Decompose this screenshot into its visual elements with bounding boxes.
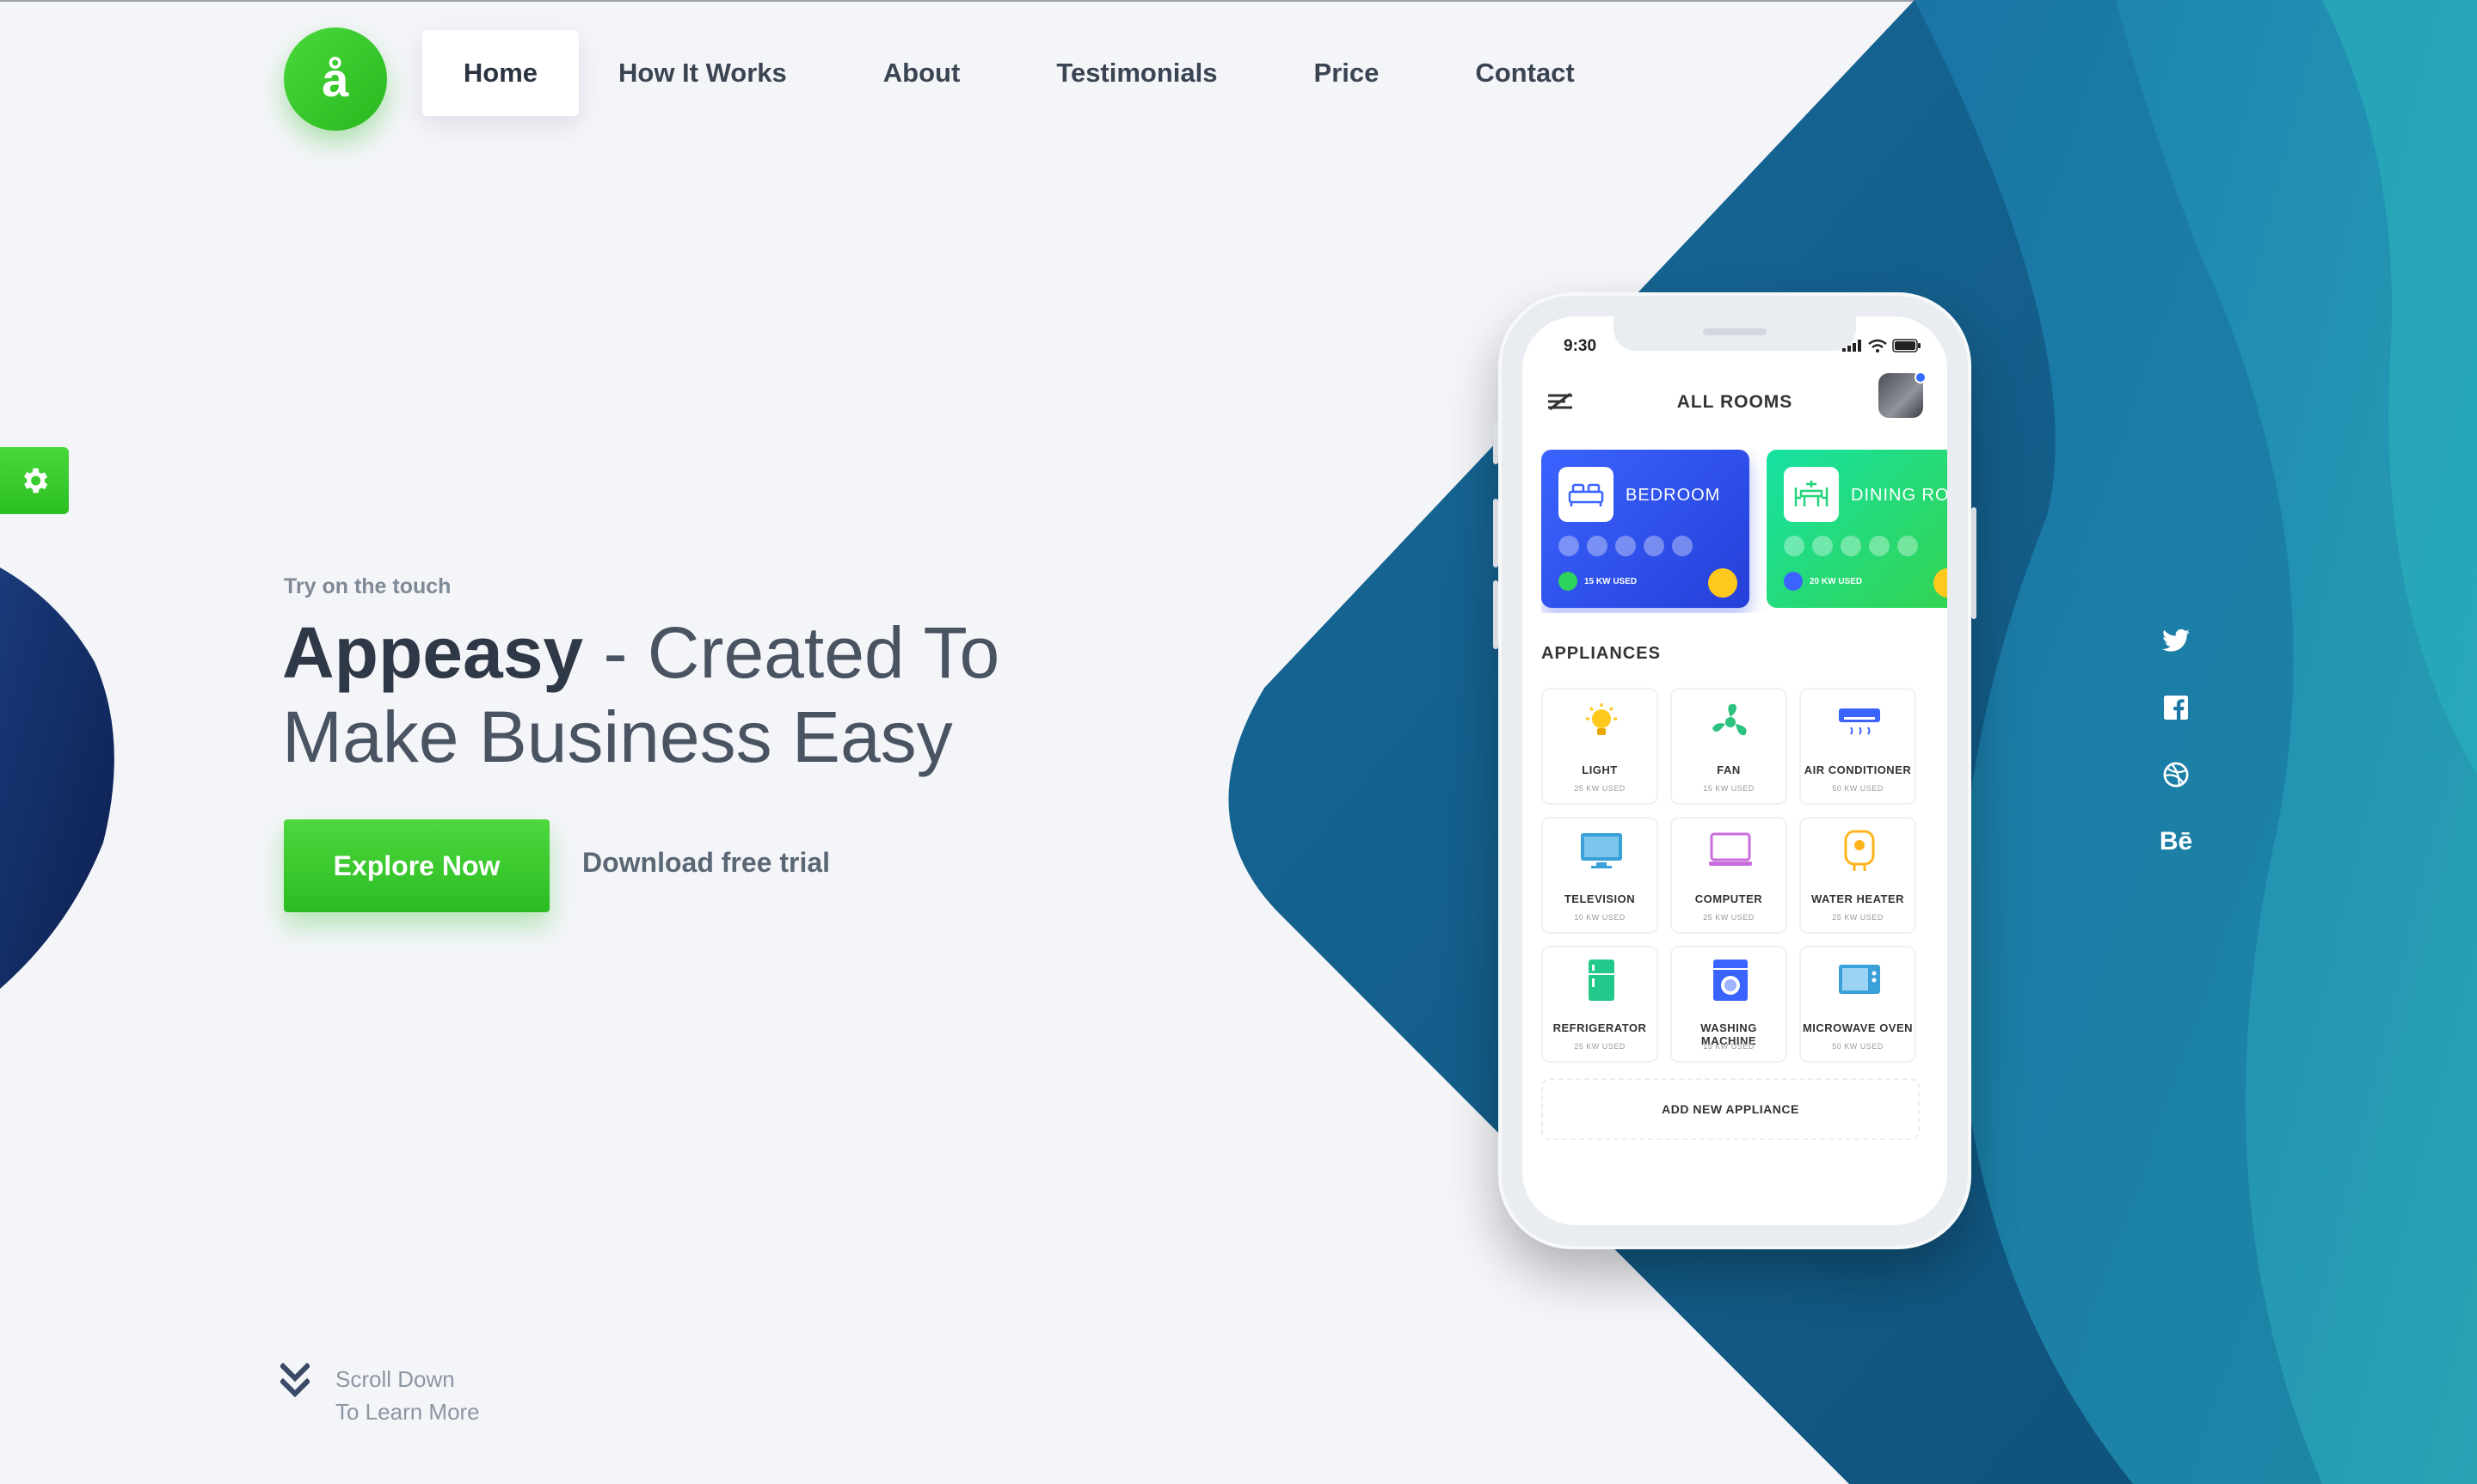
nav-price[interactable]: Price xyxy=(1314,30,1380,116)
status-icons xyxy=(1842,339,1921,353)
room-card-bedroom[interactable]: BEDROOM 15 KW USED xyxy=(1541,450,1749,608)
scroll-line-1: Scroll Down xyxy=(335,1366,455,1392)
hero-headline: Appeasy - Created To Make Business Easy xyxy=(282,610,1142,779)
appliance-name: LIGHT xyxy=(1582,763,1618,776)
social-links: Bē xyxy=(2159,623,2193,892)
room-usage: 20 KW USED xyxy=(1810,576,1863,586)
appliance-usage: 50 KW USED xyxy=(1832,1042,1884,1051)
scroll-down-hint[interactable]: Scroll Down To Learn More xyxy=(280,1363,480,1428)
appliances-heading: APPLIANCES xyxy=(1541,644,1661,663)
battery-icon xyxy=(1892,339,1921,353)
appliance-washing-machine[interactable]: WASHING MACHINE 15 KW USED xyxy=(1670,946,1787,1063)
appliance-usage: 25 KW USED xyxy=(1703,913,1755,922)
room-appliance-icons xyxy=(1784,536,1926,556)
room-appliance-icon xyxy=(1587,536,1607,556)
room-appliance-icon xyxy=(1784,536,1804,556)
computer-icon xyxy=(1708,829,1753,874)
phone-notch xyxy=(1613,316,1856,351)
appliance-name: REFRIGERATOR xyxy=(1552,1021,1647,1034)
room-appliance-icon xyxy=(1812,536,1833,556)
appliance-light[interactable]: LIGHT 25 KW USED xyxy=(1541,688,1658,805)
phone-mockup: 9:30 ALL ROOMS BEDROOM 15 KW USED DINING… xyxy=(1493,292,1976,1249)
appliance-name: TELEVISION xyxy=(1564,892,1636,905)
hero-eyebrow: Try on the touch xyxy=(284,574,452,598)
explore-now-button[interactable]: Explore Now xyxy=(284,819,550,912)
room-name: BEDROOM xyxy=(1626,486,1721,505)
scroll-line-2: To Learn More xyxy=(335,1399,480,1425)
appliance-name: FAN xyxy=(1717,763,1741,776)
phone-screen: 9:30 ALL ROOMS BEDROOM 15 KW USED DINING… xyxy=(1522,316,1947,1225)
power-icon[interactable] xyxy=(1708,568,1737,598)
hero-brand: Appeasy xyxy=(282,612,584,693)
room-appliance-icon xyxy=(1672,536,1693,556)
facebook-icon[interactable] xyxy=(2159,690,2193,725)
dribbble-icon[interactable] xyxy=(2159,757,2193,792)
energy-icon xyxy=(1558,572,1577,591)
add-appliance-button[interactable]: ADD NEW APPLIANCE xyxy=(1541,1078,1920,1140)
room-card-dining[interactable]: DINING ROO 20 KW USED xyxy=(1767,450,1947,608)
status-time: 9:30 xyxy=(1564,337,1597,355)
appliance-water-heater[interactable]: WATER HEATER 25 KW USED xyxy=(1799,817,1916,934)
room-appliance-icon xyxy=(1615,536,1636,556)
double-chevron-down-icon xyxy=(280,1363,310,1398)
appliance-usage: 15 KW USED xyxy=(1703,784,1755,793)
washing-machine-icon xyxy=(1708,958,1753,1003)
power-icon[interactable] xyxy=(1933,568,1947,598)
nav-testimonials[interactable]: Testimonials xyxy=(1056,30,1217,116)
appliance-name: COMPUTER xyxy=(1694,892,1763,905)
room-usage: 15 KW USED xyxy=(1584,576,1638,586)
phone-side-button xyxy=(1493,421,1498,464)
behance-icon[interactable]: Bē xyxy=(2159,825,2193,859)
phone-power-button xyxy=(1971,507,1976,619)
twitter-icon[interactable] xyxy=(2159,623,2193,658)
appliance-name: WATER HEATER xyxy=(1810,892,1905,905)
room-carousel[interactable]: BEDROOM 15 KW USED DINING ROO 20 KW USED xyxy=(1541,450,1947,613)
refrigerator-icon xyxy=(1579,958,1624,1003)
room-appliance-icon xyxy=(1558,536,1579,556)
air-conditioner-icon xyxy=(1837,700,1882,745)
room-name: DINING ROO xyxy=(1851,486,1947,505)
appliance-refrigerator[interactable]: REFRIGERATOR 25 KW USED xyxy=(1541,946,1658,1063)
room-appliance-icon xyxy=(1869,536,1890,556)
water-heater-icon xyxy=(1837,829,1882,874)
download-trial-link[interactable]: Download free trial xyxy=(582,847,830,879)
appliance-usage: 50 KW USED xyxy=(1832,784,1884,793)
bed-icon xyxy=(1558,467,1613,522)
appliance-usage: 10 KW USED xyxy=(1574,913,1626,922)
gear-icon xyxy=(23,468,48,494)
appliance-name: AIR CONDITIONER xyxy=(1804,763,1912,776)
appliance-television[interactable]: TELEVISION 10 KW USED xyxy=(1541,817,1658,934)
room-appliance-icons xyxy=(1558,536,1700,556)
room-appliance-icon xyxy=(1897,536,1918,556)
room-appliance-icon xyxy=(1644,536,1664,556)
main-nav: Home How It Works About Testimonials Pri… xyxy=(422,30,1575,116)
nav-how-it-works[interactable]: How It Works xyxy=(618,30,787,116)
lightbulb-icon xyxy=(1579,700,1624,745)
logo[interactable]: å xyxy=(284,28,387,131)
dining-icon xyxy=(1784,467,1839,522)
fan-icon xyxy=(1708,700,1753,745)
television-icon xyxy=(1579,829,1624,874)
appliance-usage: 25 KW USED xyxy=(1574,1042,1626,1051)
appliance-name: MICROWAVE OVEN xyxy=(1802,1021,1914,1034)
wifi-icon xyxy=(1868,339,1887,353)
phone-volume-down xyxy=(1493,580,1498,649)
settings-tab[interactable] xyxy=(0,447,69,514)
nav-home[interactable]: Home xyxy=(422,30,579,116)
appliance-usage: 25 KW USED xyxy=(1832,913,1884,922)
appliance-usage: 15 KW USED xyxy=(1703,1042,1755,1051)
signal-icon xyxy=(1842,340,1861,352)
phone-volume-up xyxy=(1493,499,1498,567)
nav-contact[interactable]: Contact xyxy=(1475,30,1574,116)
notification-dot xyxy=(1915,371,1927,383)
appliance-air-conditioner[interactable]: AIR CONDITIONER 50 KW USED xyxy=(1799,688,1916,805)
appliance-computer[interactable]: COMPUTER 25 KW USED xyxy=(1670,817,1787,934)
room-appliance-icon xyxy=(1841,536,1861,556)
nav-about[interactable]: About xyxy=(883,30,961,116)
appliance-fan[interactable]: FAN 15 KW USED xyxy=(1670,688,1787,805)
energy-icon xyxy=(1784,572,1803,591)
microwave-icon xyxy=(1837,958,1882,1003)
appliance-usage: 25 KW USED xyxy=(1574,784,1626,793)
appliance-microwave[interactable]: MICROWAVE OVEN 50 KW USED xyxy=(1799,946,1916,1063)
